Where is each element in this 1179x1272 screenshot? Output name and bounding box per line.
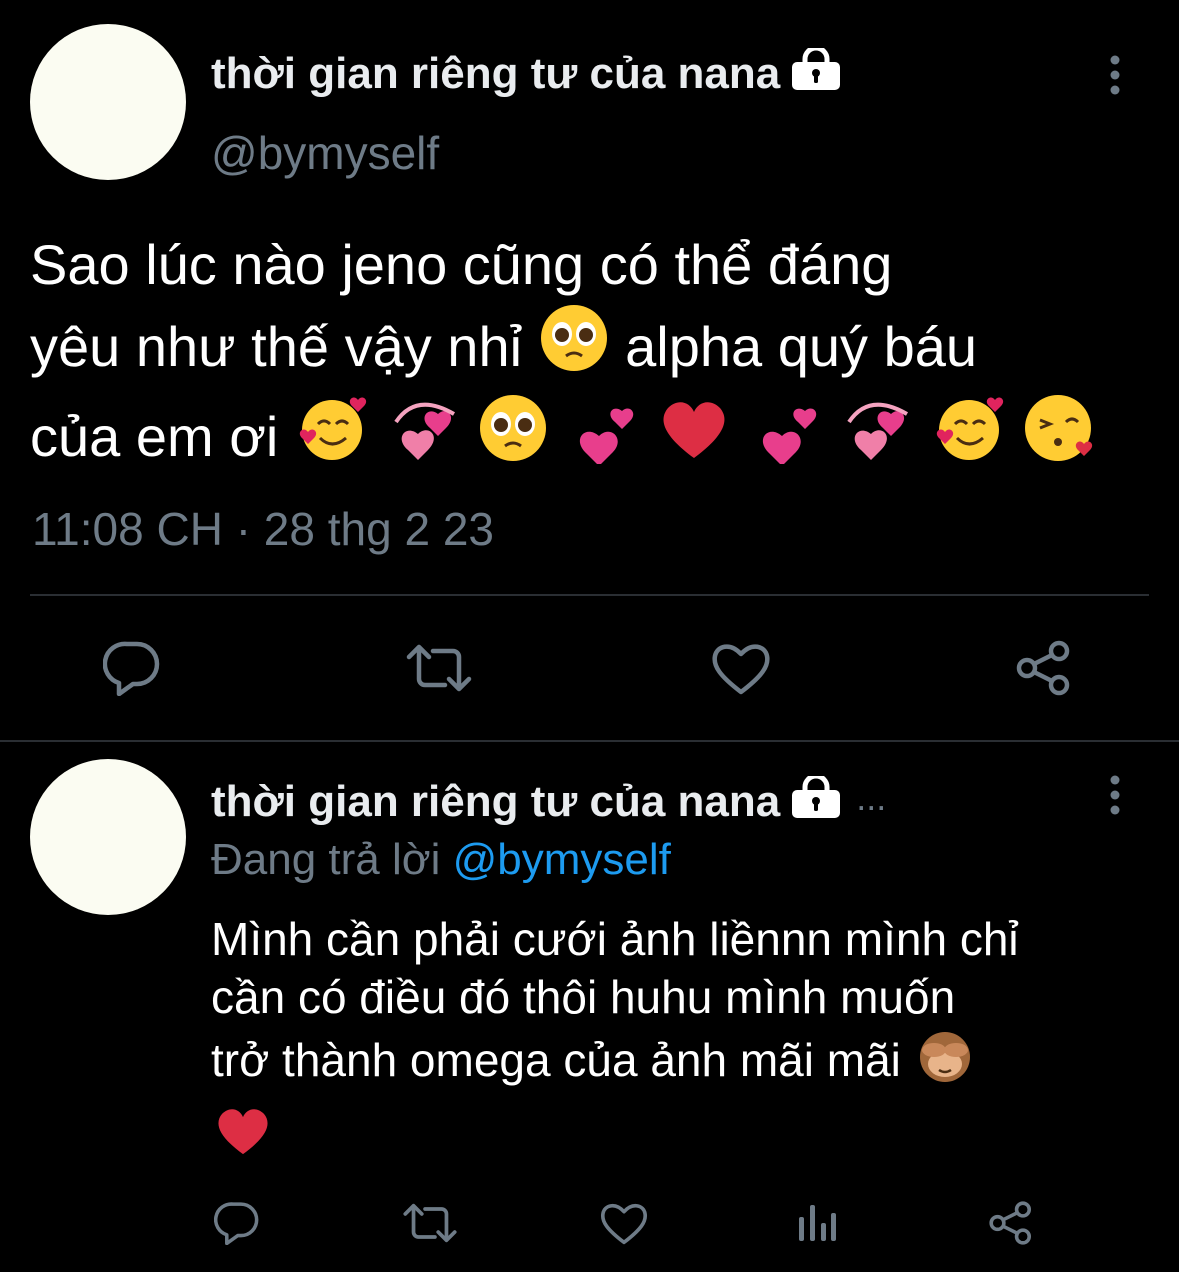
revolving-hearts-icon [386, 392, 462, 482]
mention-link[interactable]: @bymyself [453, 835, 671, 884]
smiling-face-with-hearts-icon [931, 392, 1007, 482]
share-button[interactable] [1012, 636, 1076, 700]
reply-line-3: trở thành omega của ảnh mãi mãi [211, 1026, 1161, 1097]
more-options-button[interactable] [1095, 765, 1135, 825]
tweet-text: Sao lúc nào jeno cũng có thể đáng yêu nh… [30, 228, 1160, 482]
tweet-line-2-a: yêu như thế vậy nhỉ [30, 315, 523, 378]
share-icon [989, 1201, 1032, 1245]
display-name[interactable]: thời gian riêng tư của nana [211, 45, 842, 104]
handle[interactable]: @bymyself [211, 126, 439, 180]
like-button[interactable] [708, 636, 774, 700]
tweet-line-3-text: của em ơi [30, 405, 279, 468]
reply-text: Mình cần phải cưới ảnh liềnnn mình chỉ c… [211, 910, 1161, 1172]
two-hearts-icon [565, 392, 641, 482]
reply-line-2: cần có điều đó thôi huhu mình muốn [211, 971, 956, 1023]
reply-button[interactable] [100, 636, 164, 700]
avatar[interactable] [30, 24, 186, 180]
more-vertical-icon [1110, 775, 1120, 815]
lock-icon [790, 45, 842, 104]
reply-line-3-text: trở thành omega của ảnh mãi mãi [211, 1034, 901, 1086]
reply-line-1: Mình cần phải cưới ảnh liềnnn mình chỉ [211, 913, 1019, 965]
tweet-line-3: của em ơi [30, 392, 1160, 482]
heart-outline-icon [600, 1204, 648, 1245]
red-heart-icon [656, 392, 732, 482]
divider [30, 594, 1149, 596]
more-vertical-icon [1110, 55, 1120, 95]
avatar[interactable] [30, 759, 186, 915]
share-button[interactable] [984, 1196, 1038, 1250]
revolving-hearts-icon [839, 392, 915, 482]
tweet-separator [0, 740, 1179, 742]
retweet-button[interactable] [404, 636, 474, 700]
lock-icon [790, 773, 842, 832]
pleading-face-icon [538, 302, 610, 392]
face-blowing-kiss-icon [1022, 392, 1098, 482]
more-options-button[interactable] [1095, 45, 1135, 105]
reply-button[interactable] [210, 1196, 264, 1250]
retweet-icon [406, 644, 472, 692]
comment-icon [103, 641, 160, 696]
comment-icon [214, 1202, 259, 1245]
see-no-evil-monkey-icon [914, 1026, 976, 1097]
tweet-line-2: yêu như thế vậy nhỉ alpha quý báu [30, 302, 1160, 392]
tweet-line-1: Sao lúc nào jeno cũng có thể đáng [30, 233, 893, 296]
timestamp[interactable]: 11:08 CH · 28 thg 2 23 [32, 502, 494, 556]
replying-to-label: Đang trả lời [211, 835, 441, 884]
red-heart-icon [211, 1101, 275, 1172]
display-name-text[interactable]: thời gian riêng tư của nana [211, 49, 780, 98]
smiling-face-with-hearts-icon [294, 392, 370, 482]
analytics-button[interactable] [790, 1196, 844, 1250]
name-overflow: ... [856, 777, 887, 818]
replying-to: Đang trả lời @bymyself [211, 834, 671, 886]
tweet-line-2-b: alpha quý báu [625, 315, 978, 378]
reply-line-4 [211, 1101, 1161, 1172]
display-name[interactable]: thời gian riêng tư của nana ... [211, 772, 886, 832]
like-button[interactable] [596, 1196, 652, 1250]
retweet-button[interactable] [400, 1196, 460, 1250]
display-name-text[interactable]: thời gian riêng tư của nana [211, 777, 780, 826]
two-hearts-icon [748, 392, 824, 482]
pleading-face-icon [477, 392, 549, 482]
retweet-icon [403, 1203, 457, 1243]
share-icon [1016, 640, 1070, 696]
heart-outline-icon [712, 644, 770, 695]
analytics-icon [799, 1205, 836, 1241]
